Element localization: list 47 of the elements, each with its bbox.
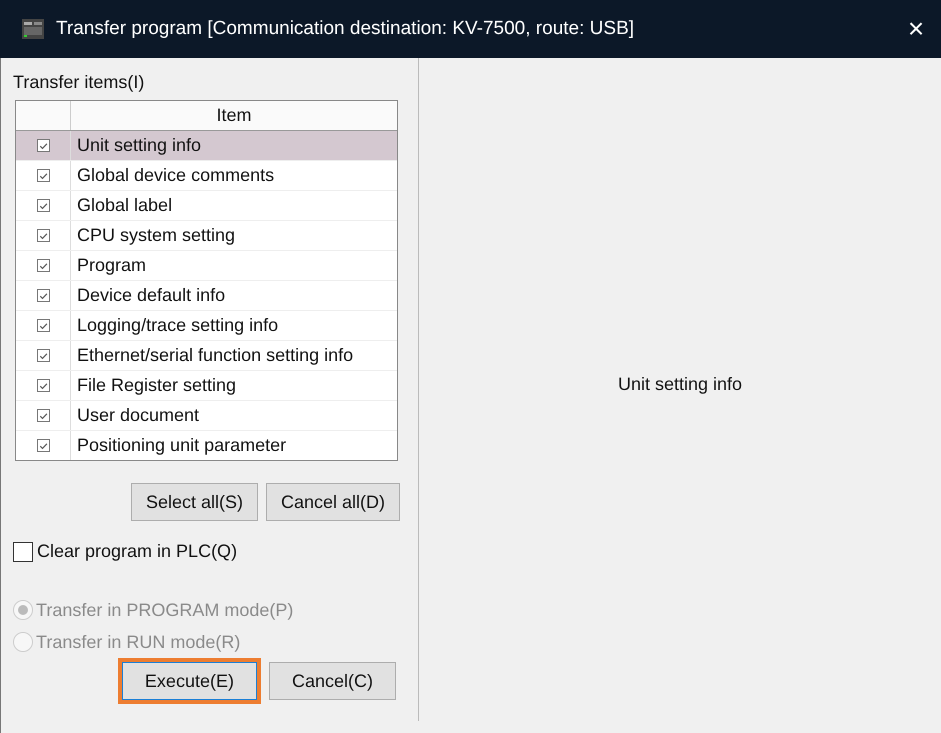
table-row[interactable]: Logging/trace setting info [16,311,397,341]
checkbox[interactable] [13,542,33,562]
table-row[interactable]: CPU system setting [16,221,397,251]
item-name: File Register setting [76,374,238,397]
radio-label: Transfer in RUN mode(R) [36,632,240,652]
table-row[interactable]: Unit setting info [16,131,397,161]
item-name: Ethernet/serial function setting info [76,344,354,367]
section-label: Transfer items(I) [13,72,146,94]
app-icon [22,19,44,39]
cancel-all-button[interactable]: Cancel all(D) [266,483,400,521]
item-name: User document [76,404,200,427]
column-header: Item [215,104,252,127]
checkbox-label: Clear program in PLC(Q) [37,541,238,562]
table-row[interactable]: User document [16,401,397,431]
cancel-button[interactable]: Cancel(C) [268,662,396,700]
table-row[interactable]: File Register setting [16,371,397,401]
window-title: Transfer program [Communication destination: KV-7500, route: USB] [56,18,636,40]
table-row[interactable]: Program [16,251,397,281]
item-name: Global label [76,194,174,217]
execute-button[interactable]: Execute(E) [122,662,257,700]
checkbox[interactable] [36,349,50,362]
table-row[interactable]: Device default info [16,281,397,311]
checkbox[interactable] [36,139,50,152]
item-name: Device default info [76,284,226,307]
item-name: CPU system setting [76,224,236,247]
table-row[interactable]: Positioning unit parameter [16,431,397,460]
table-row[interactable]: Ethernet/serial function setting info [16,341,397,371]
checkbox[interactable] [36,229,50,242]
checkbox[interactable] [36,289,50,302]
checkbox[interactable] [36,169,50,182]
item-name: Global device comments [76,164,276,187]
checkbox[interactable] [36,259,50,272]
checkbox[interactable] [36,199,50,212]
checkbox[interactable] [36,439,50,452]
checkbox[interactable] [36,319,50,332]
item-name: Program [76,254,148,277]
item-name: Unit setting info [76,134,202,157]
close-button[interactable]: × [891,10,941,48]
item-name: Positioning unit parameter [76,434,288,457]
item-name: Logging/trace setting info [76,314,280,337]
checkbox[interactable] [36,379,50,392]
select-all-button[interactable]: Select all(S) [130,483,258,521]
detail-text: Unit setting info [618,374,742,395]
checkbox[interactable] [36,409,50,422]
table-row[interactable]: Global device comments [16,161,397,191]
table-row[interactable]: Global label [16,191,397,221]
radio-label: Transfer in PROGRAM mode(P) [36,600,294,620]
